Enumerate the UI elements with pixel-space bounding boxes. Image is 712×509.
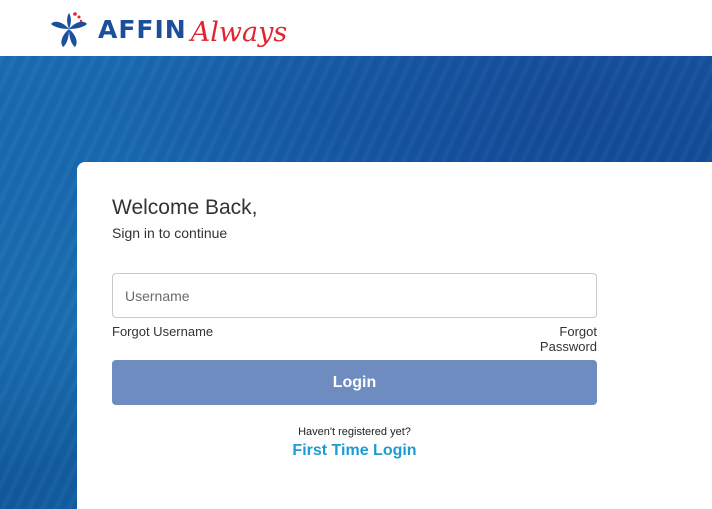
brand-name: AFFIN [98,14,187,44]
username-input[interactable] [112,273,597,318]
site-header: AFFIN Always [0,0,712,56]
welcome-heading: Welcome Back, [112,196,258,219]
affin-always-logo[interactable]: AFFIN Always [48,6,287,52]
sign-in-subtitle: Sign in to continue [112,225,228,241]
brand-tagline: Always [190,16,288,48]
forgot-username-link[interactable]: Forgot Username [112,324,213,339]
login-card: Welcome Back, Sign in to continue Forgot… [77,162,712,509]
forgot-password-link[interactable]: Forgot Password [499,324,597,354]
first-time-login-link[interactable]: First Time Login [112,442,597,460]
affin-flower-logo-icon [51,12,87,47]
login-button[interactable]: Login [112,360,597,405]
register-prompt: Haven't registered yet? [298,426,411,438]
